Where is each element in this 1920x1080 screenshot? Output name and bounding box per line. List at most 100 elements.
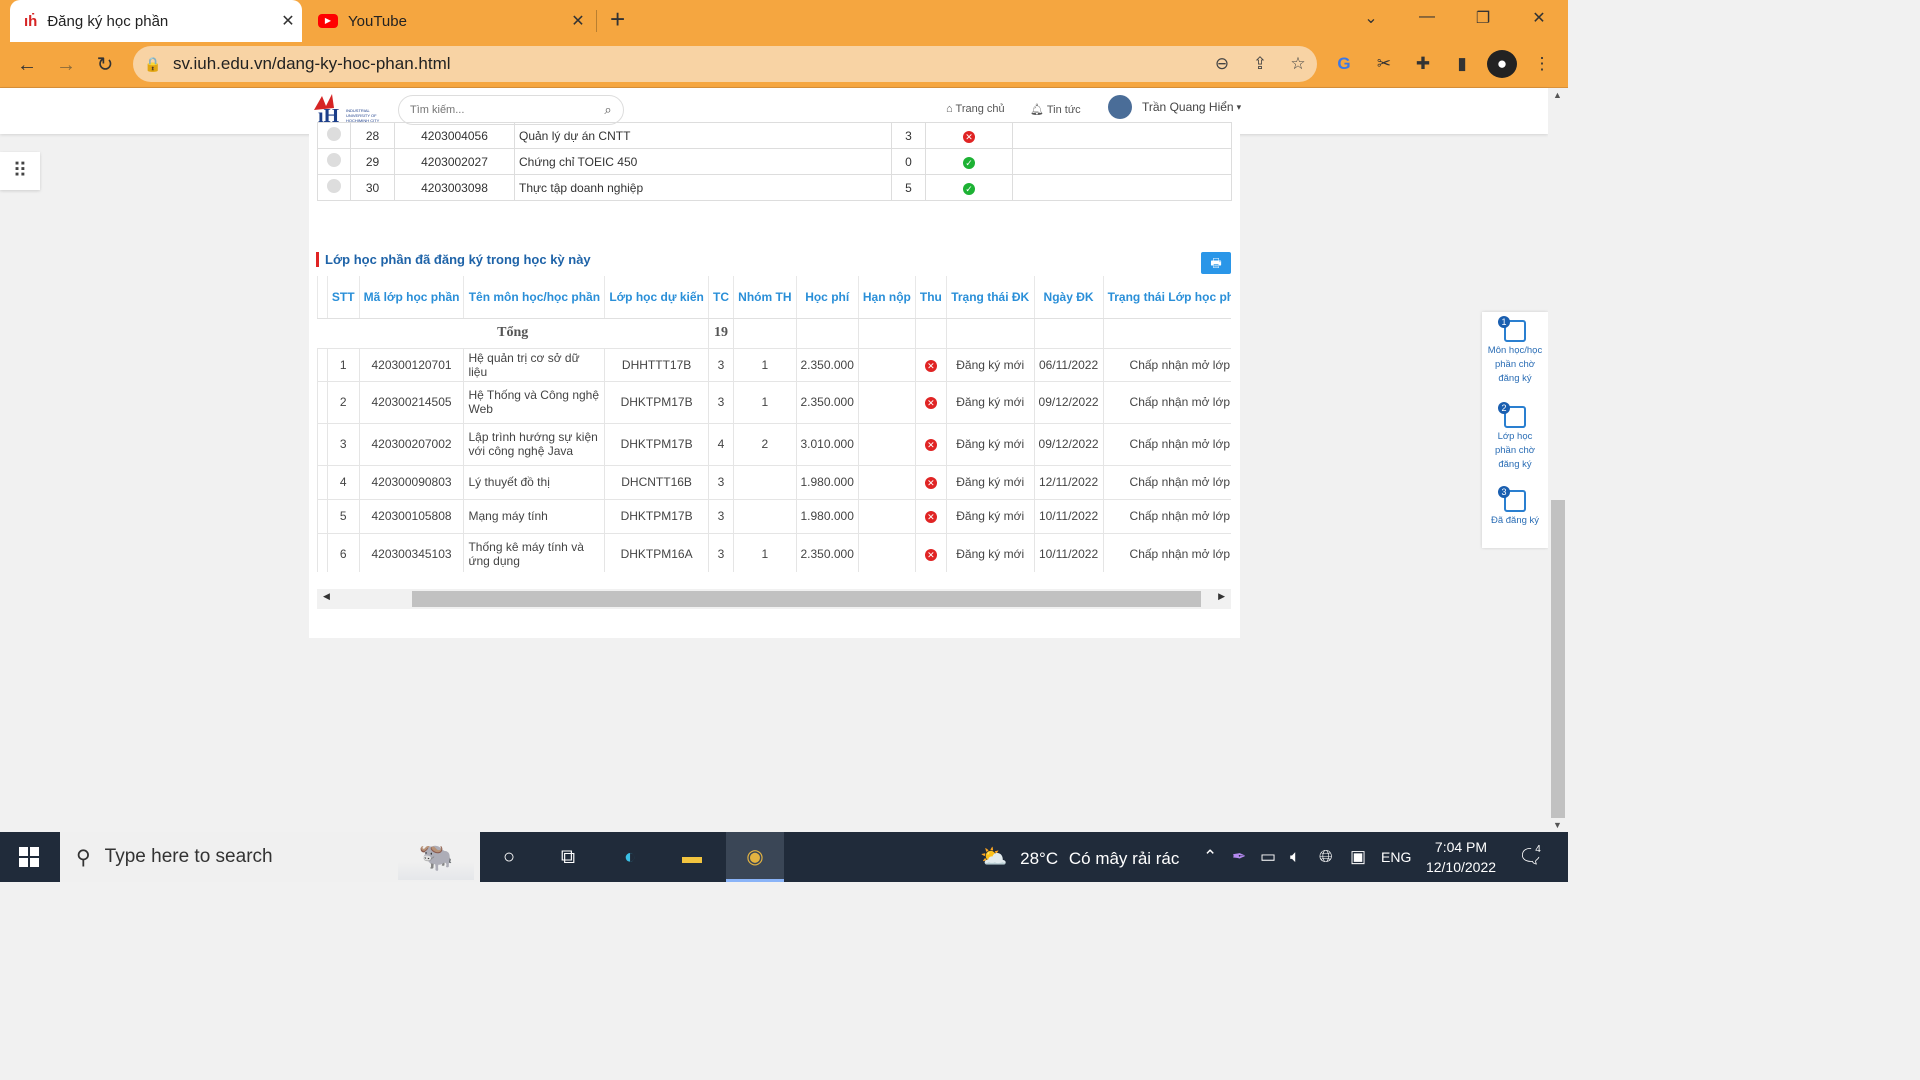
tools-extension-icon[interactable]: ✂ xyxy=(1369,50,1399,78)
volume-icon[interactable]: 🔈︎ xyxy=(1290,832,1300,882)
cortana-icon[interactable]: ○ xyxy=(489,841,529,873)
taskbar-search-box[interactable]: ⚲ Type here to search 🐃 xyxy=(60,832,480,882)
col-header[interactable]: Trạng thái ĐK xyxy=(945,276,1035,319)
col-header[interactable]: Nhóm TH xyxy=(733,276,796,319)
site-search-input[interactable] xyxy=(410,104,593,116)
network-globe-icon[interactable]: 🌐︎ xyxy=(1319,832,1333,882)
meet-icon[interactable]: ▣ xyxy=(1350,832,1366,882)
sidebar-item-pending-courses[interactable]: 1 Môn học/học phần chờ đăng ký xyxy=(1482,316,1548,386)
start-button[interactable] xyxy=(0,832,58,882)
cell-fee: 1.980.000 xyxy=(795,498,859,534)
col-header[interactable]: STT xyxy=(326,276,360,319)
fail-status-icon: ✕ xyxy=(963,130,975,143)
col-header[interactable]: TC xyxy=(707,276,734,319)
scroll-up-icon[interactable]: ▲ xyxy=(1553,90,1562,100)
task-view-icon[interactable]: ⧉ xyxy=(548,841,588,873)
unpaid-icon: ✕ xyxy=(924,549,937,561)
search-icon[interactable]: ⌕ xyxy=(593,102,623,118)
puzzle-extensions-icon[interactable]: ✚ xyxy=(1408,50,1438,78)
edge-browser-icon[interactable]: ◐ xyxy=(610,841,650,873)
side-panel-icon[interactable]: ▮ xyxy=(1447,50,1477,78)
page-vertical-scrollbar[interactable]: ▲ ▼ xyxy=(1548,88,1568,832)
restore-button[interactable]: ❐ xyxy=(1463,8,1503,28)
col-header[interactable]: Thu xyxy=(914,276,947,319)
col-header[interactable]: Ngày ĐK xyxy=(1033,276,1104,319)
google-translate-icon[interactable]: G xyxy=(1329,50,1359,78)
table-row: 6 420300345103 Thống kê máy tính và ứng … xyxy=(317,532,1231,572)
pen-icon[interactable]: ✒ xyxy=(1232,832,1246,882)
col-header[interactable]: Trạng thái Lớp học phần xyxy=(1102,276,1231,319)
print-button[interactable]: 🖶 xyxy=(1201,252,1231,274)
close-window-button[interactable]: ✕ xyxy=(1519,8,1559,28)
bookmark-star-icon[interactable]: ☆ xyxy=(1279,54,1317,74)
scroll-down-icon[interactable]: ▼ xyxy=(1553,820,1562,830)
browser-tab-bar: ıḣ Đăng ký học phần ✕ ▶ YouTube ✕ + ⌄ — … xyxy=(0,0,1568,42)
profile-avatar-icon[interactable]: ● xyxy=(1487,50,1517,78)
cell-class-status: Chấp nhận mở lớp xyxy=(1102,464,1231,500)
vertical-scroll-thumb[interactable] xyxy=(1551,500,1565,818)
horizontal-scroll-thumb[interactable] xyxy=(412,591,1201,607)
zoom-icon[interactable]: ⊖ xyxy=(1203,54,1241,74)
share-icon[interactable]: ⇪ xyxy=(1241,54,1279,74)
sidebar-item-registered[interactable]: 3 Đã đăng ký xyxy=(1482,486,1548,528)
tab-search-icon[interactable]: ⌄ xyxy=(1351,8,1391,28)
address-bar[interactable]: 🔒 sv.iuh.edu.vn/dang-ky-hoc-phan.html ⊖ … xyxy=(133,46,1317,82)
cell-name: Lập trình hướng sự kiện với công nghệ Ja… xyxy=(463,422,606,466)
col-header[interactable]: Lớp học dự kiến xyxy=(604,276,709,319)
new-tab-button[interactable]: + xyxy=(610,4,625,35)
close-tab-icon[interactable]: ✕ xyxy=(274,11,302,31)
show-hidden-icons-icon[interactable]: ⌃ xyxy=(1203,832,1217,882)
nav-news-link[interactable]: 🔔︎ Tin tức xyxy=(1030,103,1081,116)
col-header[interactable]: Mã lớp học phần xyxy=(358,276,464,319)
course-radio[interactable] xyxy=(327,127,341,141)
col-header[interactable]: Học phí xyxy=(795,276,859,319)
clock[interactable]: 7:04 PM 12/10/2022 xyxy=(1418,837,1504,877)
course-radio[interactable] xyxy=(327,153,341,167)
table-row: 2 420300214505 Hệ Thống và Công nghệ Web… xyxy=(317,380,1231,424)
cell-code: 420300090803 xyxy=(358,464,465,500)
lock-icon[interactable]: 🔒 xyxy=(133,56,173,73)
back-button[interactable]: ← xyxy=(12,51,42,79)
cell-fee: 2.350.000 xyxy=(795,380,859,424)
browser-toolbar: ← → ↻ 🔒 sv.iuh.edu.vn/dang-ky-hoc-phan.h… xyxy=(0,42,1568,88)
weather-text: Có mây rải rác xyxy=(1068,849,1180,868)
course-radio[interactable] xyxy=(327,179,341,193)
close-tab-icon[interactable]: ✕ xyxy=(564,11,592,31)
total-row: Tổng 19 xyxy=(317,317,1231,349)
nav-home-link[interactable]: ⌂ Trang chủ xyxy=(946,103,1005,115)
sidebar-item-label: Lớp học phần chờ đăng ký xyxy=(1494,431,1536,470)
apps-grid-icon[interactable]: ⠿ xyxy=(0,152,40,190)
chrome-icon[interactable]: ◉ xyxy=(726,832,784,882)
input-language[interactable]: ENG xyxy=(1381,832,1411,882)
tab-dang-ky-hoc-phan[interactable]: ıḣ Đăng ký học phần ✕ xyxy=(10,0,302,42)
weather-widget[interactable]: ⛅ 28°C Có mây rải rác xyxy=(980,832,1179,882)
more-menu-icon[interactable]: ⋮ xyxy=(1527,50,1557,78)
sidebar-item-pending-classes[interactable]: 2 Lớp học phần chờ đăng ký xyxy=(1482,402,1548,472)
cell-name: Lý thuyết đồ thị xyxy=(463,464,606,500)
battery-icon[interactable]: ▭ xyxy=(1260,832,1276,882)
forward-button[interactable]: → xyxy=(51,51,81,79)
cell-class-status: Chấp nhận mở lớp xyxy=(1102,380,1231,424)
cell-group xyxy=(733,464,797,500)
cell-class-status: Chấp nhận mở lớp xyxy=(1102,498,1231,534)
calendar-icon: 3 xyxy=(1498,486,1526,512)
user-menu[interactable]: Trần Quang Hiển ▾ xyxy=(1108,95,1241,119)
reload-button[interactable]: ↻ xyxy=(90,51,120,79)
cell-date: 09/12/2022 xyxy=(1033,380,1104,424)
notification-center-icon[interactable]: 🗨︎ 4 xyxy=(1518,832,1545,882)
nav-home-label: Trang chủ xyxy=(955,103,1005,115)
file-explorer-icon[interactable]: ▬ xyxy=(672,841,712,873)
cell-due xyxy=(857,380,916,424)
scroll-right-icon[interactable]: ▶ xyxy=(1218,591,1225,602)
cell-stt: 4 xyxy=(326,464,360,500)
table-row: 30 4203003098 Thực tập doanh nghiệp 5 ✓ xyxy=(317,174,1232,201)
col-header[interactable]: Hạn nộp xyxy=(857,276,916,319)
cell-name: Hệ Thống và Công nghệ Web xyxy=(463,380,606,424)
cell-tc: 3 xyxy=(707,347,735,382)
tab-youtube[interactable]: ▶ YouTube ✕ xyxy=(306,0,592,42)
col-header[interactable]: Tên môn học/học phần xyxy=(463,276,605,319)
horizontal-scrollbar[interactable]: ◀ ▶ xyxy=(317,589,1231,609)
cell-class: DHKTPM17B xyxy=(604,498,709,534)
minimize-button[interactable]: — xyxy=(1407,8,1447,26)
scroll-left-icon[interactable]: ◀ xyxy=(323,591,330,602)
